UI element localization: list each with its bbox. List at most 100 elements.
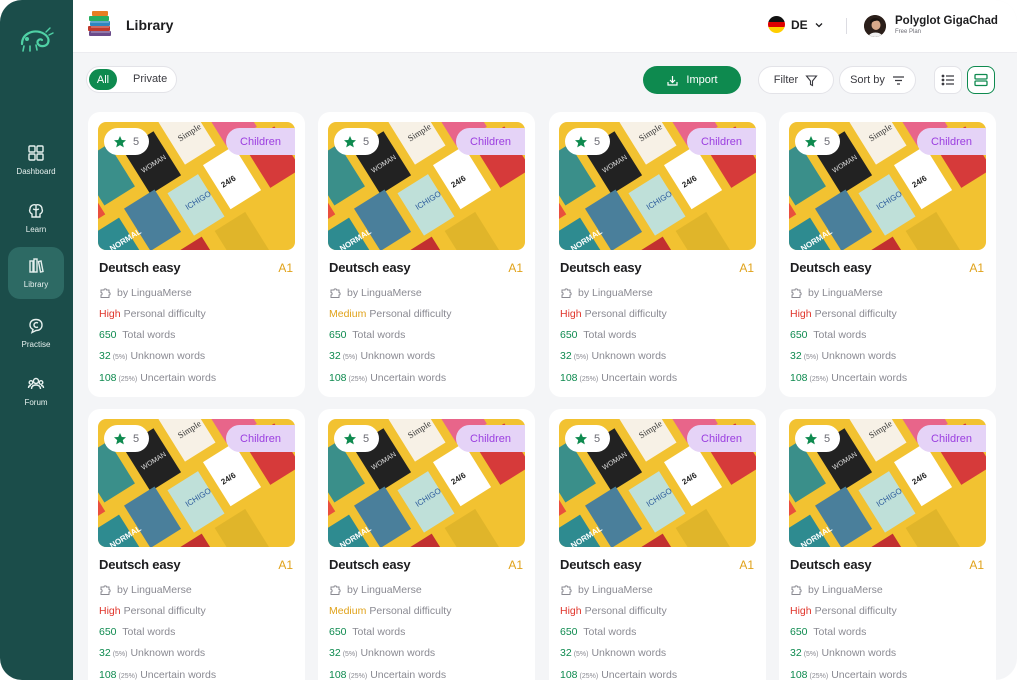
uncertain-words-value: 108 (329, 669, 347, 680)
star-icon (344, 135, 356, 147)
total-words-label: Total words (122, 329, 176, 341)
unknown-words-pct: (5%) (342, 651, 358, 658)
difficulty-row: High Personal difficulty (99, 605, 206, 617)
filter-button[interactable]: Filter (758, 66, 834, 94)
uncertain-words-row: 108 (25%) Uncertain words (560, 372, 677, 384)
sort-button[interactable]: Sort by (839, 66, 916, 94)
difficulty-value: High (560, 605, 582, 617)
total-words-value: 650 (790, 626, 808, 638)
avatar[interactable] (864, 15, 886, 37)
unknown-words-row: 32 (5%) Unknown words (99, 647, 205, 659)
book-card[interactable]: Simple WOMAN SUSAN ICHIGO NORMAL LOOKE 2… (88, 112, 305, 397)
uncertain-words-label: Uncertain words (601, 669, 678, 680)
list-view-button[interactable] (934, 66, 962, 94)
difficulty-value: Medium (329, 308, 367, 320)
uncertain-words-label: Uncertain words (140, 372, 217, 384)
book-title: Deutsch easy (329, 260, 411, 275)
uncertain-words-value: 108 (790, 669, 808, 680)
rating-value: 5 (594, 432, 601, 445)
total-words-value: 650 (560, 626, 578, 638)
visibility-toggle: All Private (86, 66, 177, 93)
difficulty-row: High Personal difficulty (560, 308, 667, 320)
total-words-label: Total words (813, 626, 867, 638)
difficulty-label: Personal difficulty (123, 308, 206, 320)
book-card[interactable]: Simple WOMAN SUSAN ICHIGO NORMAL LOOKE 2… (549, 112, 766, 397)
tab-private[interactable]: Private (133, 73, 167, 85)
book-cover[interactable]: Simple WOMAN SUSAN ICHIGO NORMAL LOOKE 2… (98, 122, 295, 250)
difficulty-label: Personal difficulty (369, 308, 452, 320)
category-tag: Children (917, 128, 986, 155)
puzzle-icon (330, 585, 341, 595)
filter-label: Filter (773, 74, 799, 86)
rating-value: 5 (594, 135, 601, 148)
book-cover[interactable]: Simple WOMAN SUSAN ICHIGO NORMAL LOOKE 2… (559, 419, 756, 547)
uncertain-words-pct: (25%) (809, 376, 829, 383)
star-icon (114, 135, 126, 147)
difficulty-label: Personal difficulty (584, 605, 667, 617)
sidebar-item-dashboard[interactable]: Dashboard (8, 134, 64, 186)
book-author: by LinguaMerse (99, 286, 192, 299)
upload-icon (667, 75, 679, 86)
language-code: DE (791, 17, 808, 32)
star-icon (805, 432, 817, 444)
uncertain-words-row: 108 (25%) Uncertain words (329, 669, 446, 680)
unknown-words-row: 32 (5%) Unknown words (790, 647, 896, 659)
language-selector[interactable]: DE (768, 16, 824, 33)
difficulty-row: Medium Personal difficulty (329, 308, 451, 320)
difficulty-row: High Personal difficulty (99, 308, 206, 320)
unknown-words-label: Unknown words (591, 647, 667, 659)
category-tag: Children (687, 128, 756, 155)
brain-icon (28, 204, 44, 218)
book-cover[interactable]: Simple WOMAN SUSAN ICHIGO NORMAL LOOKE 2… (789, 122, 986, 250)
total-words-label: Total words (352, 626, 406, 638)
tab-all[interactable]: All (89, 69, 117, 90)
card-view-button[interactable] (967, 66, 995, 94)
uncertain-words-row: 108 (25%) Uncertain words (99, 372, 216, 384)
level-badge: A1 (969, 558, 984, 572)
unknown-words-value: 32 (99, 647, 111, 659)
book-author: by LinguaMerse (329, 583, 422, 596)
uncertain-words-row: 108 (25%) Uncertain words (790, 372, 907, 384)
import-button[interactable]: Import (643, 66, 741, 94)
book-cover[interactable]: Simple WOMAN SUSAN ICHIGO NORMAL LOOKE 2… (328, 122, 525, 250)
book-card[interactable]: Simple WOMAN SUSAN ICHIGO NORMAL LOOKE 2… (779, 112, 996, 397)
book-author: by LinguaMerse (790, 583, 883, 596)
unknown-words-row: 32 (5%) Unknown words (99, 350, 205, 362)
chameleon-logo-icon[interactable] (18, 24, 54, 54)
unknown-words-label: Unknown words (130, 350, 206, 362)
book-card[interactable]: Simple WOMAN SUSAN ICHIGO NORMAL LOOKE 2… (318, 112, 535, 397)
book-author: by LinguaMerse (790, 286, 883, 299)
chevron-down-icon (815, 22, 823, 27)
book-cover[interactable]: Simple WOMAN SUSAN ICHIGO NORMAL LOOKE 2… (789, 419, 986, 547)
rating-badge: 5 (104, 425, 150, 452)
star-icon (805, 135, 817, 147)
unknown-words-pct: (5%) (112, 354, 128, 361)
unknown-words-label: Unknown words (821, 647, 897, 659)
sidebar-item-practise[interactable]: Practise (8, 307, 64, 359)
difficulty-row: High Personal difficulty (790, 605, 897, 617)
total-words-value: 650 (329, 329, 347, 341)
book-author: by LinguaMerse (329, 286, 422, 299)
difficulty-value: High (790, 308, 812, 320)
book-author: by LinguaMerse (560, 583, 653, 596)
book-card[interactable]: Simple WOMAN SUSAN ICHIGO NORMAL LOOKE 2… (318, 409, 535, 680)
total-words-label: Total words (352, 329, 406, 341)
book-cover[interactable]: Simple WOMAN SUSAN ICHIGO NORMAL LOOKE 2… (98, 419, 295, 547)
book-cover[interactable]: Simple WOMAN SUSAN ICHIGO NORMAL LOOKE 2… (328, 419, 525, 547)
book-card[interactable]: Simple WOMAN SUSAN ICHIGO NORMAL LOOKE 2… (779, 409, 996, 680)
rating-value: 5 (824, 135, 831, 148)
author-name: by LinguaMerse (578, 286, 653, 299)
rating-badge: 5 (565, 128, 611, 155)
sidebar-item-forum[interactable]: Forum (8, 365, 64, 417)
total-words-value: 650 (99, 626, 117, 638)
book-card[interactable]: Simple WOMAN SUSAN ICHIGO NORMAL LOOKE 2… (549, 409, 766, 680)
sidebar-item-library[interactable]: Library (8, 247, 64, 299)
book-card[interactable]: Simple WOMAN SUSAN ICHIGO NORMAL LOOKE 2… (88, 409, 305, 680)
unknown-words-value: 32 (329, 647, 341, 659)
sidebar-item-learn[interactable]: Learn (8, 192, 64, 244)
total-words-value: 650 (790, 329, 808, 341)
unknown-words-label: Unknown words (130, 647, 206, 659)
rating-value: 5 (824, 432, 831, 445)
book-cover[interactable]: Simple WOMAN SUSAN ICHIGO NORMAL LOOKE 2… (559, 122, 756, 250)
author-name: by LinguaMerse (347, 286, 422, 299)
